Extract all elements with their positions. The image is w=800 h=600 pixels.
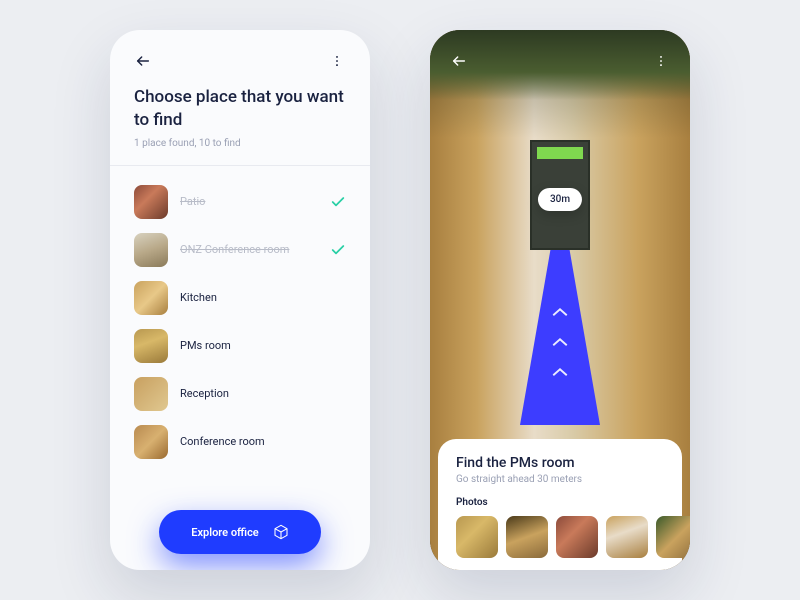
place-thumbnail	[134, 425, 168, 459]
ar-navigation-screen: 30m Find the PMs room Go straight ahead …	[430, 30, 690, 570]
place-item-kitchen[interactable]: Kitchen	[130, 274, 350, 322]
photos-label: Photos	[456, 497, 664, 508]
place-label: Kitchen	[180, 291, 346, 304]
place-item-patio[interactable]: Patio	[130, 178, 350, 226]
photo-thumbnail[interactable]	[556, 516, 598, 558]
page-title: Choose place that you want to find	[134, 86, 346, 132]
place-thumbnail	[134, 281, 168, 315]
chevron-up-icon	[551, 303, 569, 313]
check-icon	[330, 194, 346, 210]
places-list-screen: Choose place that you want to find 1 pla…	[110, 30, 370, 570]
photo-thumbnail[interactable]	[656, 516, 690, 558]
more-vertical-icon	[654, 54, 668, 68]
more-button[interactable]	[328, 52, 346, 70]
explore-office-button[interactable]: Explore office	[159, 510, 320, 554]
photo-thumbnail[interactable]	[456, 516, 498, 558]
card-title: Find the PMs room	[456, 455, 664, 471]
photos-row	[456, 516, 664, 558]
place-item-conference[interactable]: Conference room	[130, 418, 350, 466]
photo-thumbnail[interactable]	[606, 516, 648, 558]
place-thumbnail	[134, 377, 168, 411]
more-vertical-icon	[330, 54, 344, 68]
check-icon	[330, 242, 346, 258]
header: Choose place that you want to find 1 pla…	[110, 30, 370, 165]
place-item-reception[interactable]: Reception	[130, 370, 350, 418]
place-item-onz[interactable]: ONZ Conference room	[130, 226, 350, 274]
cube-icon	[273, 524, 289, 540]
more-button[interactable]	[652, 52, 670, 70]
cta-label: Explore office	[191, 526, 258, 539]
place-label: ONZ Conference room	[180, 243, 318, 256]
chevron-up-icon	[551, 333, 569, 343]
arrow-left-icon	[135, 53, 151, 69]
place-thumbnail	[134, 233, 168, 267]
back-button[interactable]	[450, 52, 468, 70]
place-label: PMs room	[180, 339, 346, 352]
arrow-left-icon	[451, 53, 467, 69]
place-label: Patio	[180, 195, 318, 208]
destination-card[interactable]: Find the PMs room Go straight ahead 30 m…	[438, 439, 682, 570]
distance-badge: 30m	[538, 188, 582, 211]
back-button[interactable]	[134, 52, 152, 70]
page-subtitle: 1 place found, 10 to find	[134, 138, 346, 149]
place-label: Reception	[180, 387, 346, 400]
chevron-up-icon	[551, 363, 569, 373]
card-subtitle: Go straight ahead 30 meters	[456, 474, 664, 485]
place-thumbnail	[134, 185, 168, 219]
photo-thumbnail[interactable]	[506, 516, 548, 558]
place-item-pms[interactable]: PMs room	[130, 322, 350, 370]
place-label: Conference room	[180, 435, 346, 448]
place-thumbnail	[134, 329, 168, 363]
